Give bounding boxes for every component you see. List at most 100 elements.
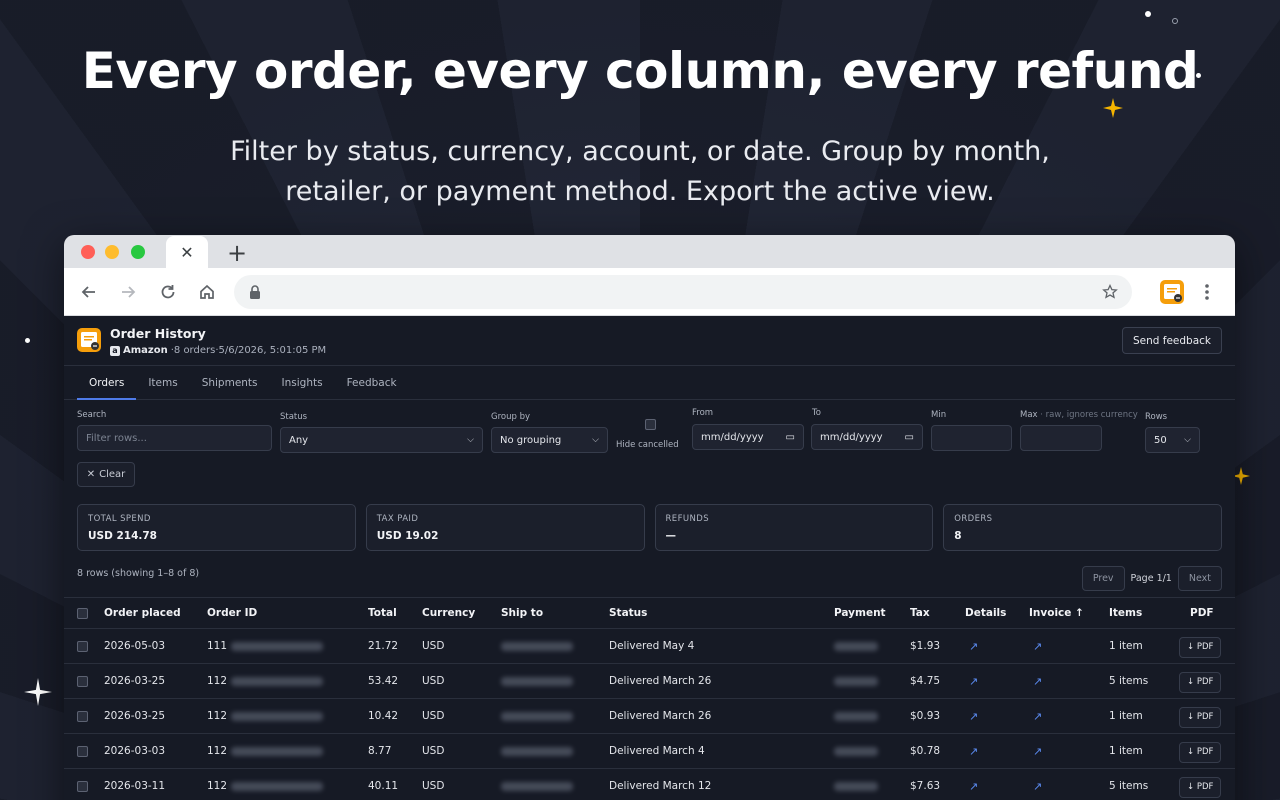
download-pdf-button[interactable]: ↓ PDF [1179,671,1222,693]
prev-page-button[interactable]: Prev [1081,566,1125,591]
next-page-button[interactable]: Next [1177,566,1222,591]
search-input[interactable]: Filter rows... [77,425,272,451]
table-row[interactable]: 2026-03-25 112 10.42 USD Delivered March… [64,699,1235,734]
browser-menu-icon[interactable] [1195,280,1219,304]
rows-select[interactable]: 50 ⌵ [1145,427,1200,453]
details-link-icon[interactable]: ↗ [969,734,978,768]
invoice-link-icon[interactable]: ↗ [1033,629,1042,663]
download-pdf-button[interactable]: ↓ PDF [1179,776,1222,798]
forward-icon[interactable] [116,280,140,304]
details-link-icon[interactable]: ↗ [969,629,978,663]
close-tab-icon[interactable]: ✕ [180,243,193,262]
calendar-icon[interactable]: ▭ [786,432,795,443]
app-title: Order History [110,326,206,341]
min-label: Min [931,410,947,420]
payment-blur [834,711,878,721]
details-link-icon[interactable]: ↗ [969,769,978,800]
to-date-input[interactable]: mm/dd/yyyy ▭ [811,424,923,450]
home-icon[interactable] [195,280,219,304]
tab-items[interactable]: Items [136,366,189,399]
hide-cancelled-checkbox[interactable] [645,419,656,430]
order-tax: $0.93 [910,710,941,722]
download-pdf-button[interactable]: ↓ PDF [1179,636,1222,658]
order-items: 5 items [1109,675,1149,687]
minimize-window-button[interactable] [105,245,119,259]
browser-tab[interactable]: ✕ [166,236,208,269]
calendar-icon[interactable]: ▭ [905,432,914,443]
max-label-text: Max [1020,410,1038,420]
browser-window: ✕ + Order History a Amazon ·8 orders·5/6… [64,235,1235,800]
app-subtitle: a Amazon ·8 orders·5/6/2026, 5:01:05 PM [110,345,326,356]
col-tax[interactable]: Tax [910,598,930,628]
col-payment[interactable]: Payment [834,598,886,628]
col-order-id[interactable]: Order ID [207,598,257,628]
col-items[interactable]: Items [1109,598,1142,628]
groupby-select[interactable]: No grouping ⌵ [491,427,608,453]
invoice-link-icon[interactable]: ↗ [1033,664,1042,698]
clear-filters-button[interactable]: ✕ Clear [77,462,135,487]
order-date: 2026-03-25 [104,675,166,687]
table-row[interactable]: 2026-03-11 112 40.11 USD Delivered March… [64,769,1235,800]
order-status: Delivered May 4 [609,640,695,652]
col-invoice[interactable]: Invoice ↑ [1029,598,1084,628]
hero-subline: Filter by status, currency, account, or … [230,136,1050,207]
tab-shipments[interactable]: Shipments [190,366,270,399]
invoice-link-icon[interactable]: ↗ [1033,699,1042,733]
col-ship-to[interactable]: Ship to [501,598,543,628]
download-pdf-button[interactable]: ↓ PDF [1179,741,1222,763]
col-details[interactable]: Details [965,598,1006,628]
back-icon[interactable] [77,280,101,304]
status-select[interactable]: Any ⌵ [280,427,483,453]
tab-insights[interactable]: Insights [270,366,335,399]
maximize-window-button[interactable] [131,245,145,259]
tab-feedback[interactable]: Feedback [335,366,409,399]
card-label: TOTAL SPEND [88,514,151,524]
send-feedback-button[interactable]: Send feedback [1121,327,1222,354]
col-total[interactable]: Total [368,598,397,628]
order-meta: ·8 orders·5/6/2026, 5:01:05 PM [170,345,327,356]
bookmark-star-icon[interactable] [1102,284,1118,300]
new-tab-button[interactable]: + [227,239,247,267]
order-id-prefix: 111 [207,640,228,652]
row-select-cell [77,629,88,663]
order-id-redacted [231,676,324,686]
pdf-cell: ↓ PDF [1179,701,1222,733]
table-row[interactable]: 2026-03-25 112 53.42 USD Delivered March… [64,664,1235,699]
address-bar[interactable] [234,275,1132,309]
details-link-icon[interactable]: ↗ [969,699,978,733]
row-checkbox[interactable] [77,675,88,687]
min-amount-input[interactable] [931,425,1012,451]
col-order-placed[interactable]: Order placed [104,598,181,628]
col-status[interactable]: Status [609,598,647,628]
invoice-link-icon[interactable]: ↗ [1033,734,1042,768]
max-amount-input[interactable] [1020,425,1102,451]
order-id: 112 [207,769,324,800]
row-checkbox[interactable] [77,710,88,722]
order-status: Delivered March 12 [609,780,712,792]
card-value: — [665,530,677,542]
order-date: 2026-05-03 [104,640,166,652]
col-pdf[interactable]: PDF [1190,598,1214,628]
close-window-button[interactable] [81,245,95,259]
orders-card: ORDERS 8 [943,504,1222,551]
row-checkbox[interactable] [77,745,88,757]
order-currency: USD [422,640,445,652]
row-checkbox[interactable] [77,780,88,792]
row-checkbox[interactable] [77,640,88,652]
ship-to-blur [501,676,573,686]
star-ring [1172,18,1178,24]
reload-icon[interactable] [156,280,180,304]
download-pdf-button[interactable]: ↓ PDF [1179,706,1222,728]
table-row[interactable]: 2026-05-03 111 21.72 USD Delivered May 4… [64,629,1235,664]
invoice-link-icon[interactable]: ↗ [1033,769,1042,800]
table-row[interactable]: 2026-03-03 112 8.77 USD Delivered March … [64,734,1235,769]
total-spend-card: TOTAL SPEND USD 214.78 [77,504,356,551]
select-all-checkbox[interactable] [77,607,88,619]
from-date-input[interactable]: mm/dd/yyyy ▭ [692,424,804,450]
tab-orders[interactable]: Orders [77,366,137,400]
col-currency[interactable]: Currency [422,598,475,628]
order-history-extension-icon[interactable] [1160,280,1184,304]
chevron-down-icon: ⌵ [592,435,599,445]
details-link-icon[interactable]: ↗ [969,664,978,698]
payment-blur [834,641,878,651]
